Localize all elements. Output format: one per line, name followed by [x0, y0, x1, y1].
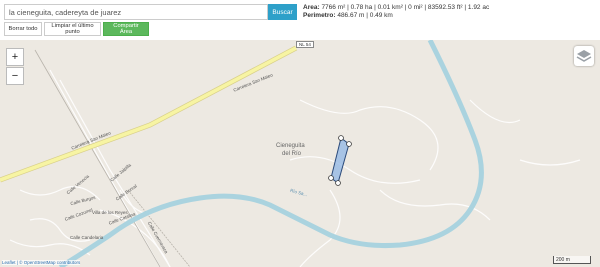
layers-icon: [576, 50, 592, 62]
search-input[interactable]: [4, 4, 268, 20]
place-label-2: del Río: [282, 151, 302, 157]
clear-all-button[interactable]: Borrar todo: [4, 22, 42, 36]
area-value: 7766 m² | 0.78 ha | 0.01 km² | 0 mi² | 8…: [321, 4, 490, 11]
zoom-out-button[interactable]: −: [6, 67, 24, 85]
perimeter-value: 486.67 m | 0.49 km: [337, 12, 393, 19]
route-badge: NL 54: [296, 41, 314, 48]
place-label: Cieneguita: [276, 143, 305, 149]
map-attribution[interactable]: Leaflet | © OpenStreetMap contributors: [2, 260, 81, 265]
perimeter-label: Perimetro:: [303, 12, 336, 19]
toolbar: Buscar Area: 7766 m² | 0.78 ha | 0.01 km…: [0, 0, 600, 40]
street-label: Villa de los Reyes: [92, 210, 128, 215]
scale-bar: 200 m: [553, 256, 591, 264]
clear-last-point-button[interactable]: Limpiar el último punto: [44, 22, 101, 36]
share-area-button[interactable]: Compartir Área: [103, 22, 149, 36]
measurement-stats: Area: 7766 m² | 0.78 ha | 0.01 km² | 0 m…: [303, 4, 489, 20]
map[interactable]: + − Cieneguita del Río Carretera San Mat…: [0, 40, 600, 267]
search-button[interactable]: Buscar: [268, 4, 297, 20]
street-label: Calle Candelaria: [70, 235, 104, 240]
layers-control[interactable]: [574, 46, 594, 66]
zoom-in-button[interactable]: +: [6, 48, 24, 66]
area-label: Area:: [303, 4, 320, 11]
